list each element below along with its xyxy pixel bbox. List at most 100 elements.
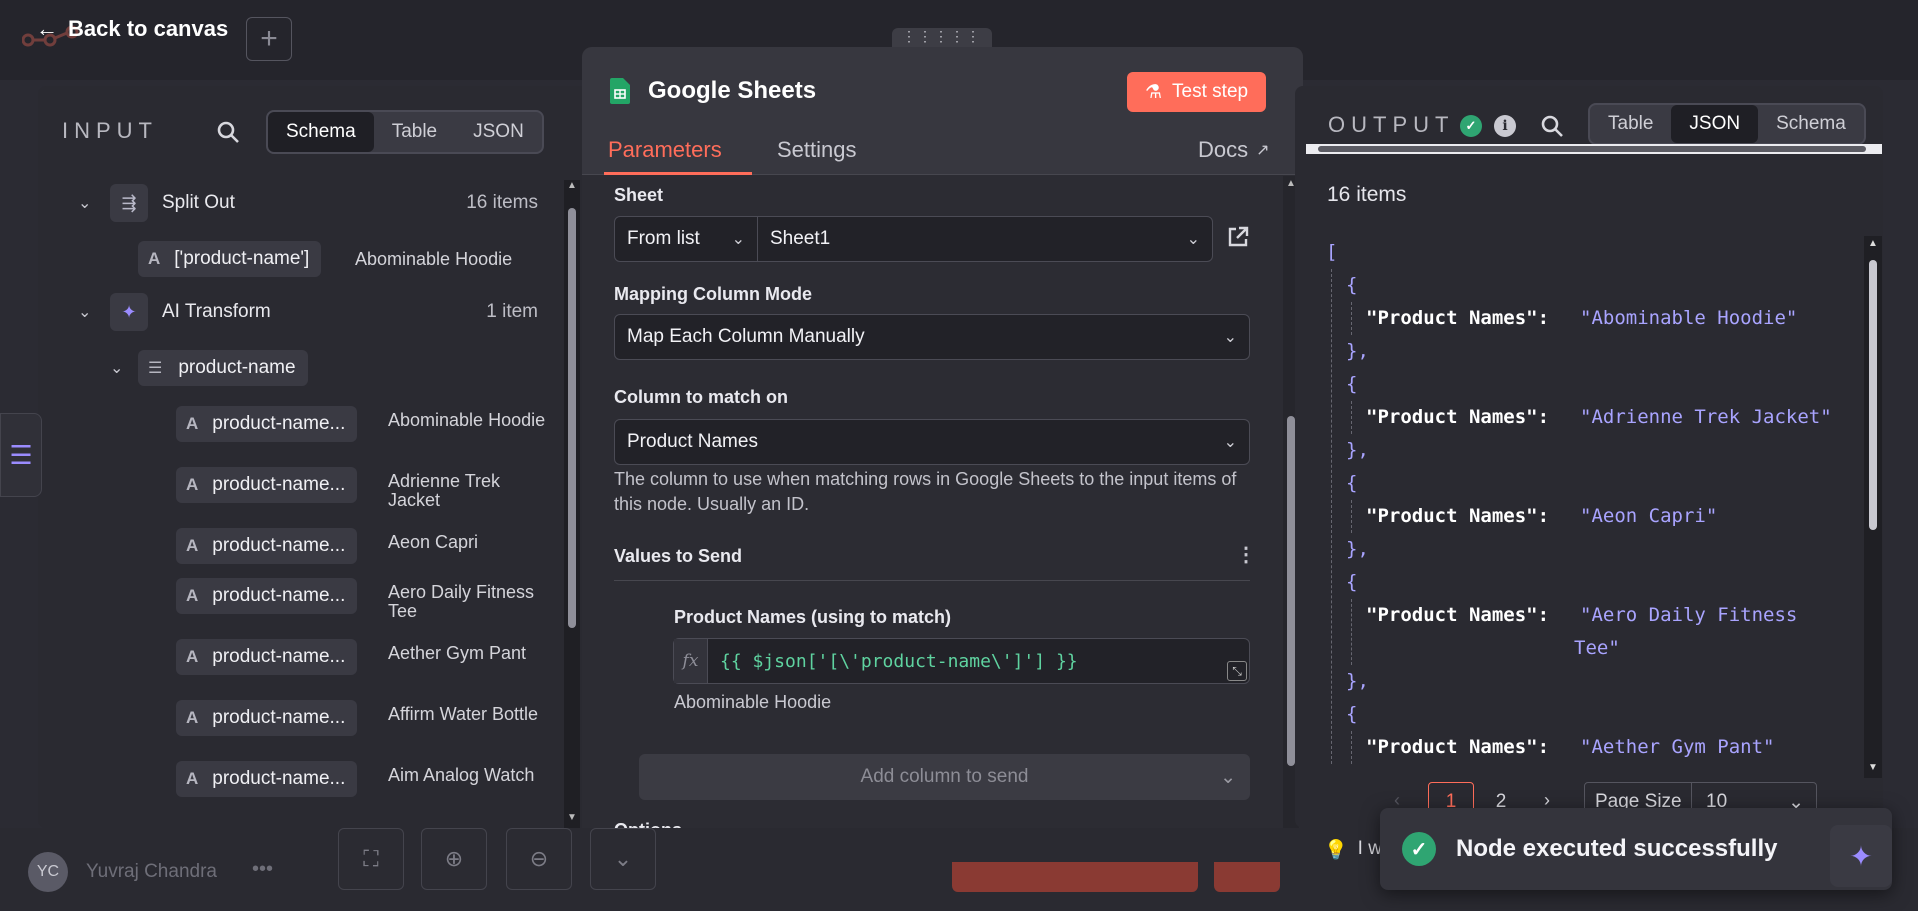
info-icon[interactable]: i — [1494, 115, 1516, 137]
json-object-open: { — [1346, 472, 1358, 494]
json-viewer: [ {"Product Names": "Abominable Hoodie"},… — [1326, 236, 1866, 776]
values-to-send-label: Values to Send — [614, 546, 743, 566]
json-object-open: { — [1346, 274, 1358, 296]
scroll-down-icon: ▼ — [1868, 762, 1878, 773]
output-hscroll-thumb[interactable] — [1318, 146, 1866, 152]
match-column-hint: The column to use when matching rows in … — [614, 469, 1237, 514]
json-string-value: "Aeon Capri" — [1580, 505, 1718, 527]
schema-field-value: Adrienne Trek Jacket — [388, 471, 501, 510]
expand-editor-icon[interactable]: ⤡ — [1227, 661, 1247, 681]
schema-field-pill[interactable]: Aproduct-name... — [176, 467, 358, 503]
open-sheet-external-icon[interactable] — [1227, 226, 1249, 248]
input-panel-title: INPUT — [62, 118, 158, 143]
schema-field-pill[interactable]: Aproduct-name... — [176, 761, 358, 797]
fit-view-button[interactable]: ⛶ — [338, 828, 404, 890]
zoom-in-icon: ⊕ — [444, 846, 464, 871]
sheet-select[interactable]: Sheet1 ⌄ — [757, 216, 1213, 262]
json-key: "Product Names": — [1366, 736, 1550, 758]
zoom-in-button[interactable]: ⊕ — [421, 828, 487, 890]
success-check-icon: ✓ — [1460, 115, 1482, 137]
match-column-value: Product Names — [627, 431, 758, 452]
json-key: "Product Names": — [1366, 406, 1550, 428]
schema-field-name: product-name... — [212, 413, 346, 434]
schema-field-pill[interactable]: Aproduct-name... — [176, 639, 358, 675]
input-view-json[interactable]: JSON — [455, 112, 542, 152]
match-column-select[interactable]: Product Names ⌄ — [614, 419, 1250, 465]
document-list-icon: ☰ — [9, 439, 33, 470]
delete-execution-button[interactable] — [1214, 862, 1280, 892]
input-view-schema[interactable]: Schema — [268, 112, 374, 152]
tab-settings[interactable]: Settings — [777, 137, 857, 163]
execute-workflow-button[interactable] — [952, 862, 1198, 892]
google-sheets-icon — [610, 78, 630, 104]
json-property: "Product Names": "Aero Daily Fitness Tee" — [1351, 599, 1866, 665]
json-property: "Product Names": "Abominable Hoodie" — [1351, 302, 1866, 335]
chevron-down-icon: ⌄ — [1223, 329, 1237, 346]
tidy-icon: ⌄ — [613, 846, 633, 871]
ai-assistant-button[interactable]: ✦ — [1830, 825, 1892, 887]
schema-field-value: Affirm Water Bottle — [388, 704, 539, 724]
string-type-icon: A — [186, 647, 199, 666]
input-view-table[interactable]: Table — [374, 112, 455, 152]
sheet-mode-select[interactable]: From list ⌄ — [614, 216, 758, 262]
docs-label: Docs — [1198, 137, 1249, 162]
tab-parameters[interactable]: Parameters — [608, 137, 722, 163]
search-icon[interactable] — [1540, 114, 1564, 138]
output-scroll-thumb[interactable] — [1869, 260, 1877, 530]
tree-node-product-name[interactable]: ⌄ ☰ product-name — [110, 350, 308, 386]
output-scrollbar[interactable]: ▲ ▼ — [1864, 236, 1882, 778]
back-to-canvas-button[interactable]: ← Back to canvas — [36, 16, 228, 42]
add-column-select[interactable]: Add column to send ⌄ — [639, 754, 1250, 800]
schema-field-pill[interactable]: Aproduct-name... — [176, 528, 358, 564]
output-view-table[interactable]: Table — [1590, 105, 1671, 143]
add-node-button[interactable]: + — [246, 17, 292, 61]
output-view-json[interactable]: JSON — [1671, 105, 1759, 143]
tree-node-split-out[interactable]: ⌄ ⇶ Split Out 16 items — [78, 184, 538, 222]
mapping-mode-select[interactable]: Map Each Column Manually ⌄ — [614, 314, 1250, 360]
modal-scroll-thumb[interactable] — [1287, 416, 1295, 766]
sparkle-icon: ✦ — [1849, 840, 1873, 872]
schema-field-pill[interactable]: A ['product-name'] — [138, 241, 322, 277]
sheet-label: Sheet — [614, 185, 664, 205]
sheet-mode-value: From list — [627, 228, 700, 249]
expression-code: {{ $json['[\'product-name\']'] }} — [720, 650, 1078, 672]
zoom-out-button[interactable]: ⊖ — [506, 828, 572, 890]
more-options-icon[interactable]: ⋮ — [1236, 542, 1256, 567]
input-scroll-thumb[interactable] — [568, 208, 576, 628]
avatar[interactable]: YC — [28, 852, 68, 892]
json-object-close: }, — [1346, 439, 1369, 461]
scroll-up-icon: ▲ — [1868, 238, 1878, 249]
json-object-close: }, — [1346, 538, 1369, 560]
test-step-button[interactable]: ⚗ Test step — [1127, 72, 1267, 112]
chevron-down-icon: ⌄ — [1186, 231, 1200, 248]
json-object-open: { — [1346, 571, 1358, 593]
schema-field-name: product-name... — [212, 768, 346, 789]
docs-link[interactable]: Docs ↗ — [1198, 137, 1270, 163]
split-out-icon: ⇶ — [110, 184, 148, 222]
split-out-count: 16 items — [466, 192, 538, 213]
chevron-down-icon: ⌄ — [731, 231, 745, 248]
output-view-schema[interactable]: Schema — [1758, 105, 1864, 143]
output-horizontal-scrollbar[interactable] — [1306, 144, 1882, 154]
split-out-label: Split Out — [162, 192, 235, 213]
json-string-value: "Aether Gym Pant" — [1580, 736, 1775, 758]
expression-input[interactable]: fx {{ $json['[\'product-name\']'] }} — [673, 638, 1250, 684]
array-field-pill: ☰ product-name — [138, 350, 308, 386]
plus-icon: + — [260, 22, 278, 55]
tidy-up-button[interactable]: ⌄ — [590, 828, 656, 890]
search-icon[interactable] — [216, 120, 240, 144]
json-property: "Product Names": "Adrienne Trek Jacket" — [1351, 401, 1866, 434]
string-type-icon: A — [186, 536, 199, 555]
schema-field-value: Abominable Hoodie — [355, 249, 513, 269]
schema-field-name: product-name... — [212, 585, 346, 606]
tree-node-ai-transform[interactable]: ⌄ ✦ AI Transform 1 item — [78, 293, 538, 331]
schema-field-name: ['product-name'] — [174, 248, 310, 269]
user-menu-icon[interactable]: ••• — [252, 858, 273, 881]
ask-ai-hint[interactable]: 💡 I w — [1324, 838, 1382, 862]
test-step-label: Test step — [1172, 81, 1249, 102]
input-scrollbar[interactable]: ▲ ▼ — [564, 180, 580, 828]
schema-field-pill[interactable]: Aproduct-name... — [176, 578, 358, 614]
schema-field-pill[interactable]: Aproduct-name... — [176, 406, 358, 442]
side-panel-toggle[interactable]: ☰ — [0, 413, 42, 497]
schema-field-pill[interactable]: Aproduct-name... — [176, 700, 358, 736]
